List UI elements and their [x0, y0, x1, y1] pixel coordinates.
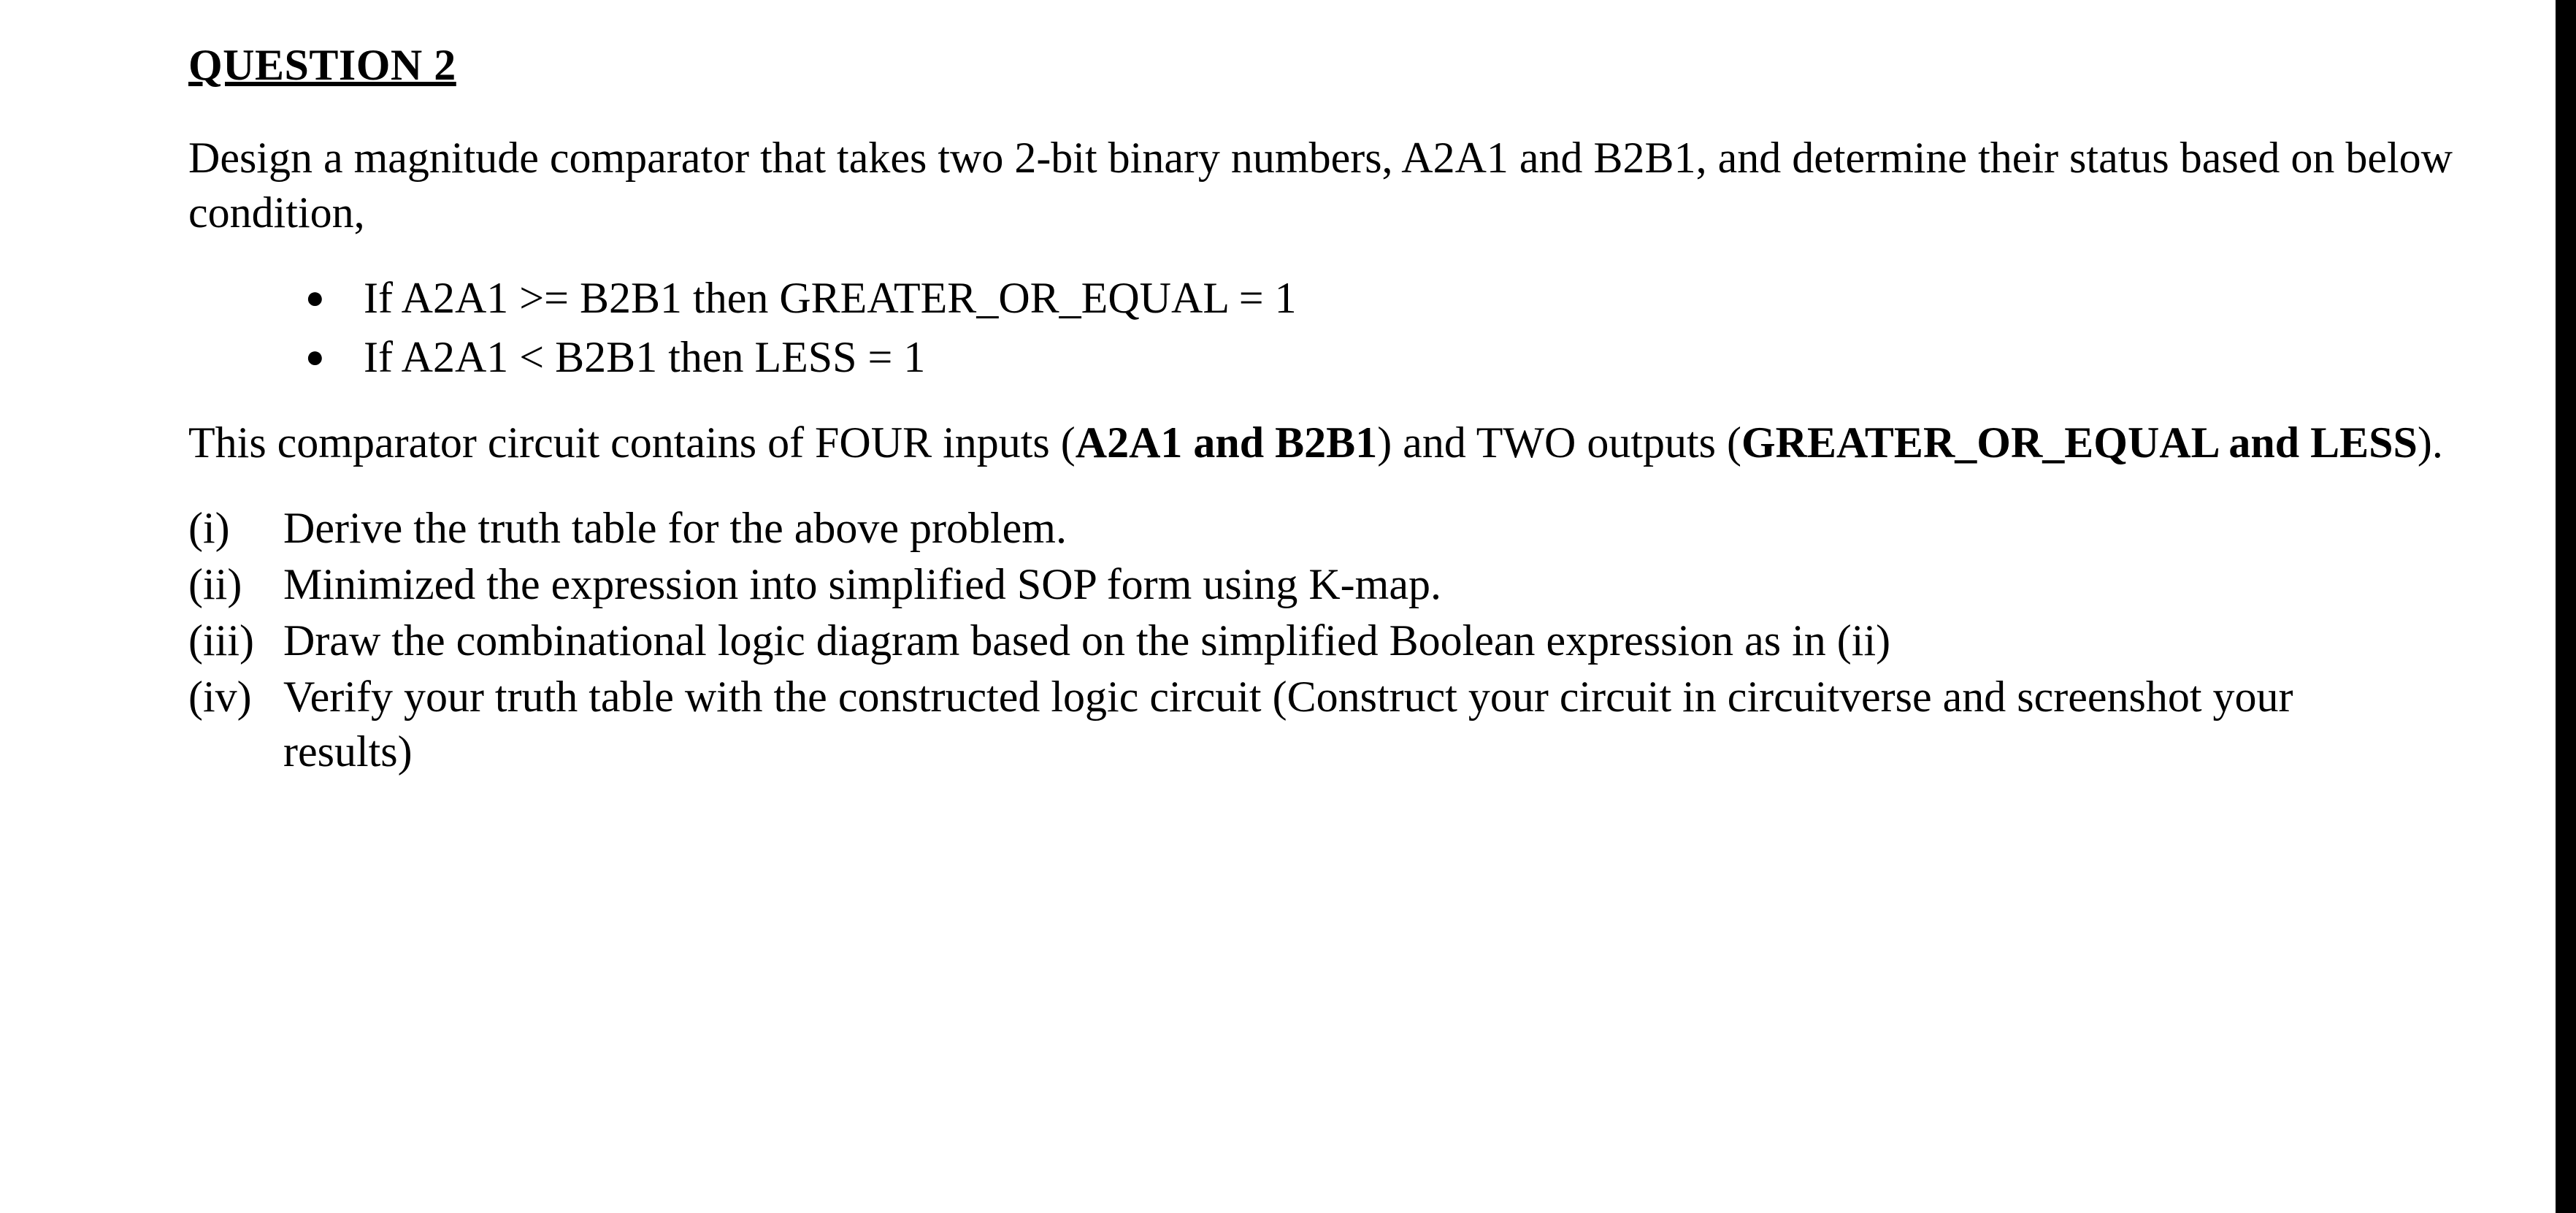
bullet-dot-icon: ●	[305, 341, 364, 373]
bullet-item: ● If A2A1 >= B2B1 then GREATER_OR_EQUAL …	[305, 271, 2518, 326]
task-list: (i) Derive the truth table for the above…	[188, 501, 2518, 779]
task-text: Draw the combinational logic diagram bas…	[283, 613, 2518, 668]
bullet-text: If A2A1 < B2B1 then LESS = 1	[364, 330, 925, 385]
io-outputs: GREATER_OR_EQUAL and LESS	[1741, 418, 2418, 467]
task-number: (iv)	[188, 670, 283, 724]
io-inputs: A2A1 and B2B1	[1076, 418, 1377, 467]
task-item: (i) Derive the truth table for the above…	[188, 501, 2518, 556]
question-title: QUESTION 2	[188, 38, 2518, 93]
task-number: (ii)	[188, 557, 283, 612]
task-number: (i)	[188, 501, 283, 556]
io-mid: ) and TWO outputs (	[1377, 418, 1741, 467]
bullet-item: ● If A2A1 < B2B1 then LESS = 1	[305, 330, 2518, 385]
task-number: (iii)	[188, 613, 283, 668]
task-item: (iii) Draw the combinational logic diagr…	[188, 613, 2518, 668]
io-description: This comparator circuit contains of FOUR…	[188, 416, 2518, 470]
task-text: Derive the truth table for the above pro…	[283, 501, 2518, 556]
intro-paragraph: Design a magnitude comparator that takes…	[188, 131, 2518, 240]
bullet-text: If A2A1 >= B2B1 then GREATER_OR_EQUAL = …	[364, 271, 1297, 326]
question-page: QUESTION 2 Design a magnitude comparator…	[0, 0, 2576, 1213]
io-post: ).	[2418, 418, 2443, 467]
condition-bullets: ● If A2A1 >= B2B1 then GREATER_OR_EQUAL …	[305, 271, 2518, 385]
task-text: Minimized the expression into simplified…	[283, 557, 2518, 612]
task-item: (ii) Minimized the expression into simpl…	[188, 557, 2518, 612]
task-text: Verify your truth table with the constru…	[283, 670, 2518, 779]
task-item: (iv) Verify your truth table with the co…	[188, 670, 2518, 779]
io-pre: This comparator circuit contains of FOUR…	[188, 418, 1076, 467]
bullet-dot-icon: ●	[305, 282, 364, 314]
